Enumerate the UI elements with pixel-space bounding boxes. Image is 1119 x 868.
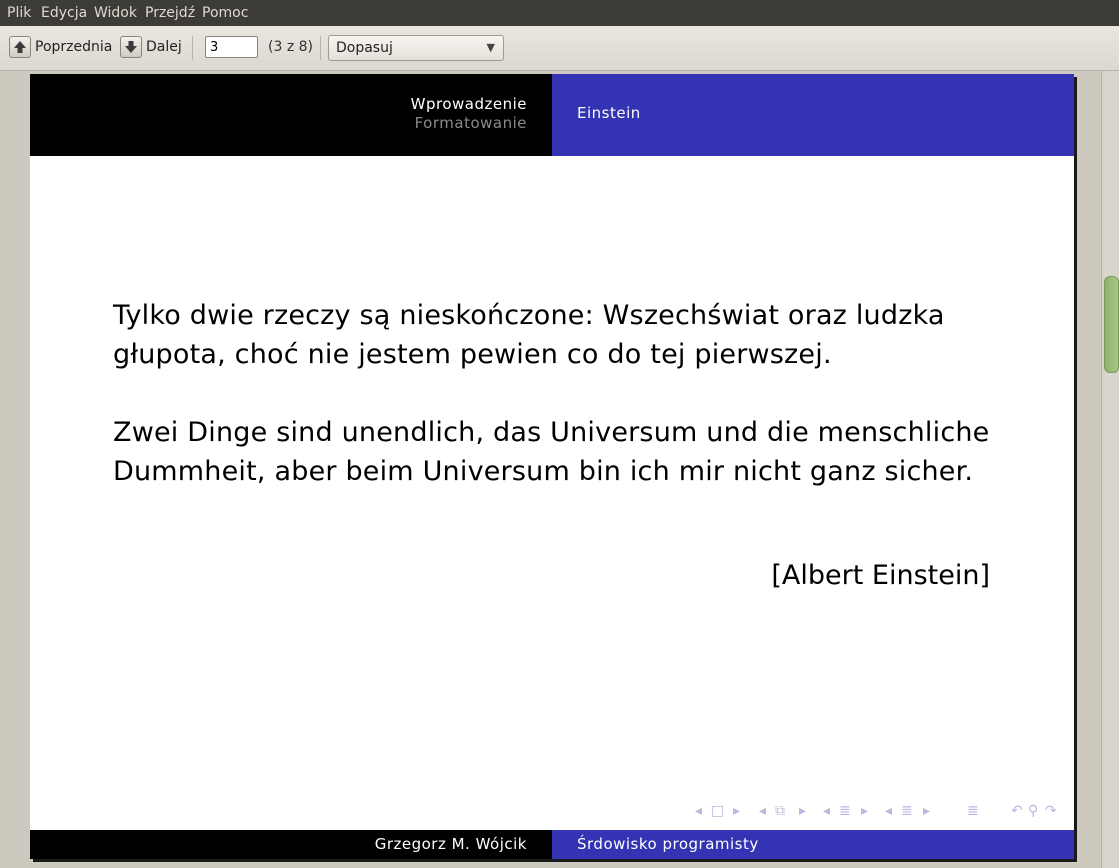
menu-przejdz[interactable]: Przejdź	[145, 5, 195, 21]
nav-prev-arrow-icon[interactable]: ◂	[823, 803, 830, 819]
menu-plik[interactable]: Plik	[7, 5, 31, 21]
arrow-down-icon	[120, 36, 142, 58]
scrollbar-thumb[interactable]	[1104, 276, 1119, 373]
header-right-band: Einstein	[552, 74, 1074, 156]
dropdown-arrow-icon: ▼	[486, 41, 495, 54]
nav-next-arrow-icon[interactable]: ▸	[861, 803, 868, 819]
quote-pl-line-1: Tylko dwie rzeczy są nieskończone: Wszec…	[113, 300, 945, 331]
page-number-input[interactable]	[205, 36, 258, 58]
quote-de-line-2: Dummheit, aber beim Universum bin ich mi…	[113, 456, 974, 487]
nav-prev-arrow-icon[interactable]: ◂	[759, 803, 766, 819]
nav-next-arrow-icon[interactable]: ▸	[923, 803, 930, 819]
nav-prev-arrow-icon[interactable]: ◂	[695, 803, 702, 819]
nav-section-icon[interactable]: ≣	[839, 803, 851, 819]
nav-undo-icon[interactable]: ↶	[1011, 803, 1023, 819]
zoom-select[interactable]: Dopasuj ▼	[328, 35, 504, 61]
toolbar: Poprzednia Dalej (3 z 8) Dopasuj ▼	[0, 26, 1119, 71]
zoom-value: Dopasuj	[336, 40, 393, 56]
nav-subsection-icon[interactable]: ⧉	[775, 803, 785, 819]
header-section-current[interactable]: Wprowadzenie	[411, 95, 527, 113]
footer-right-band: Śrdowisko programisty	[552, 830, 1074, 859]
previous-page-button[interactable]: Poprzednia	[9, 35, 112, 59]
nav-next-arrow-icon[interactable]: ▸	[799, 803, 806, 819]
page-count: (3 z 8)	[268, 39, 313, 55]
footer-left-band: Grzegorz M. Wójcik	[30, 830, 552, 859]
beamer-navigation-symbols: ◂ □ ▸ ◂ ⧉ ▸ ◂ ≣ ▸ ◂ ≣ ▸ ≣ ↶ ⚲ ↷	[695, 803, 1065, 825]
menu-edycja[interactable]: Edycja	[41, 5, 87, 21]
nav-redo-icon[interactable]: ↷	[1045, 803, 1057, 819]
header-section-other[interactable]: Formatowanie	[415, 114, 527, 132]
header-left-band: Wprowadzenie Formatowanie	[30, 74, 552, 156]
nav-search-icon[interactable]: ⚲	[1028, 803, 1038, 819]
quote-author: [Albert Einstein]	[771, 560, 990, 591]
header-frame-title[interactable]: Einstein	[577, 104, 641, 122]
nav-document-icon[interactable]: ≣	[967, 803, 979, 819]
quote-de-line-1: Zwei Dinge sind unendlich, das Universum…	[113, 417, 990, 448]
menu-bar: Plik Edycja Widok Przejdź Pomoc	[0, 0, 1119, 26]
vertical-scrollbar[interactable]	[1101, 71, 1119, 868]
nav-subsection-list-icon[interactable]: ≣	[901, 803, 913, 819]
footer-title: Śrdowisko programisty	[577, 835, 759, 853]
next-page-label: Dalej	[146, 39, 182, 55]
next-page-button[interactable]: Dalej	[120, 35, 182, 59]
nav-frame-icon[interactable]: □	[711, 803, 724, 819]
footer-author: Grzegorz M. Wójcik	[374, 835, 527, 853]
arrow-up-icon	[9, 36, 31, 58]
menu-pomoc[interactable]: Pomoc	[202, 5, 248, 21]
previous-page-label: Poprzednia	[35, 39, 113, 55]
menu-widok[interactable]: Widok	[94, 5, 137, 21]
nav-next-arrow-icon[interactable]: ▸	[733, 803, 740, 819]
toolbar-separator	[192, 36, 193, 60]
nav-prev-arrow-icon[interactable]: ◂	[885, 803, 892, 819]
quote-pl-line-2: głupota, choć nie jestem pewien co do te…	[113, 339, 832, 370]
toolbar-separator	[320, 36, 321, 60]
slide-page: Wprowadzenie Formatowanie Einstein Tylko…	[30, 74, 1074, 859]
